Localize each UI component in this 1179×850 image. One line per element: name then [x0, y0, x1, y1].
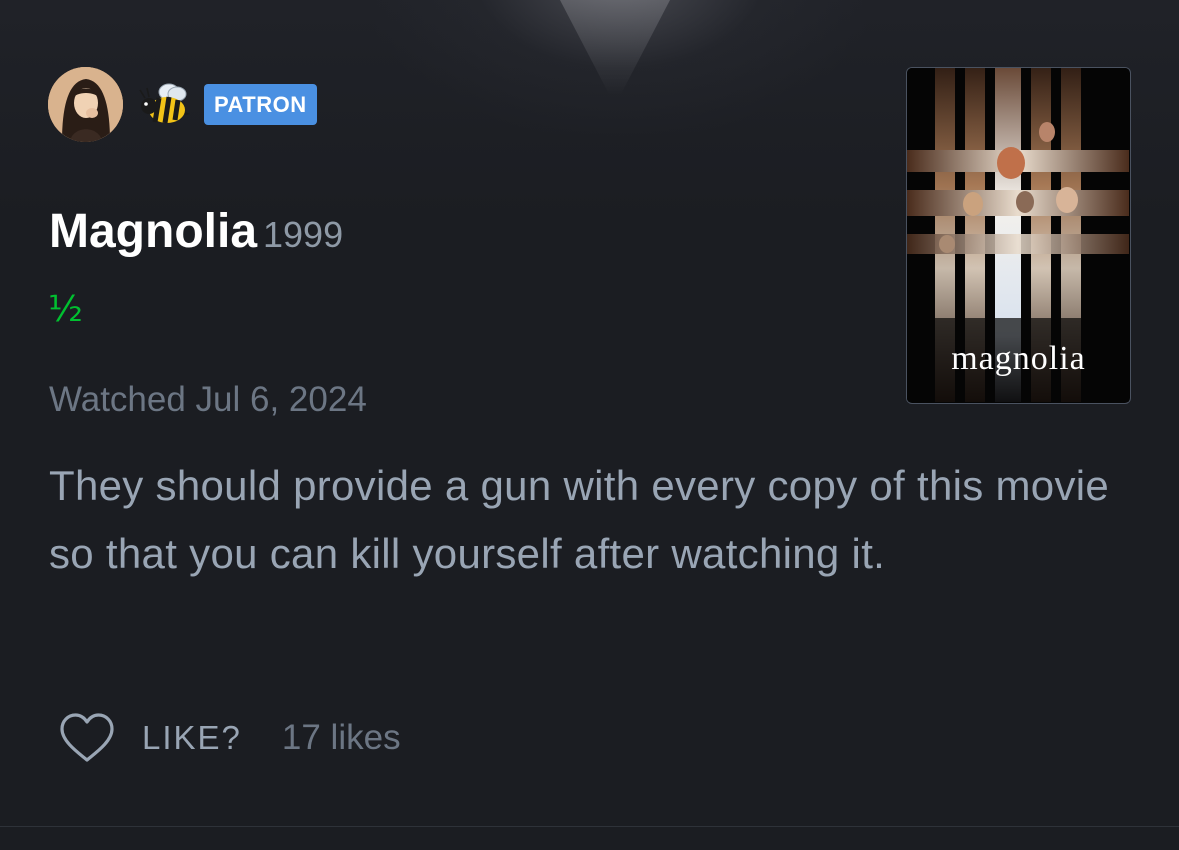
review-text: They should provide a gun with every cop… [49, 462, 1110, 577]
like-button[interactable]: LIKE? [142, 719, 242, 757]
divider [0, 826, 1179, 827]
poster-title: magnolia [951, 340, 1086, 377]
film-year[interactable]: 1999 [263, 214, 343, 255]
star-rating: ½ [48, 289, 83, 330]
bee-icon [137, 80, 191, 130]
likes-count-link[interactable]: 17 likes [282, 718, 401, 758]
film-poster[interactable]: magnolia [906, 67, 1131, 404]
avatar[interactable] [48, 67, 123, 142]
watched-date: Watched Jul 6, 2024 [49, 380, 367, 419]
film-heading: Magnolia 1999 [49, 204, 343, 259]
patron-badge: PATRON [204, 84, 317, 125]
avatar-image [48, 67, 123, 142]
like-bar: LIKE? 17 likes [58, 710, 401, 766]
film-title[interactable]: Magnolia [49, 205, 257, 258]
heart-outline-icon[interactable] [58, 712, 116, 764]
